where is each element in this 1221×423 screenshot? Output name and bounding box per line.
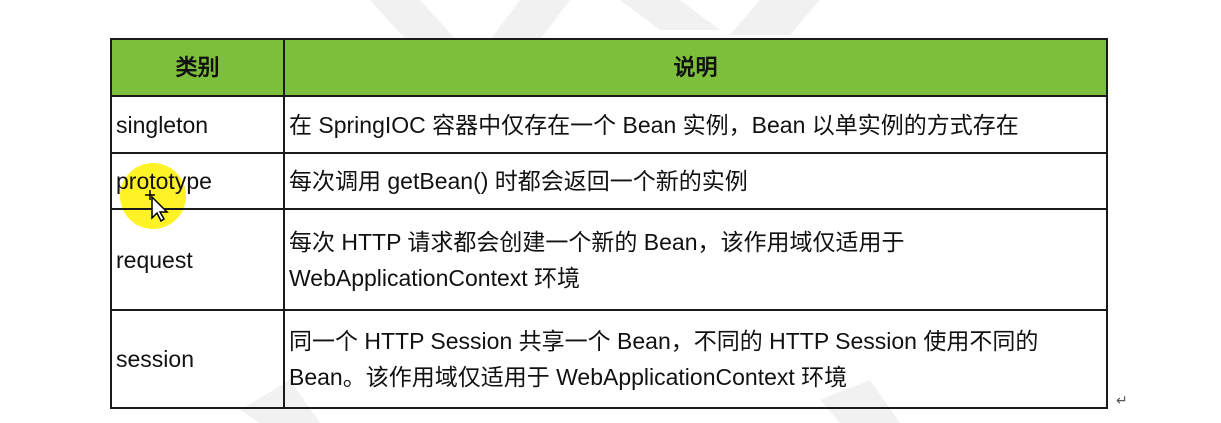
scope-category-cell: session xyxy=(110,309,285,409)
table-row: singleton 在 SpringIOC 容器中仅存在一个 Bean 实例，B… xyxy=(110,95,1108,154)
scope-category-cell: request xyxy=(110,208,285,311)
bean-scope-table: 类别 说明 singleton 在 SpringIOC 容器中仅存在一个 Bea… xyxy=(110,38,1108,409)
table-row: request 每次 HTTP 请求都会创建一个新的 Bean，该作用域仅适用于… xyxy=(110,208,1108,311)
scope-description-cell: 同一个 HTTP Session 共享一个 Bean，不同的 HTTP Sess… xyxy=(283,309,1108,409)
move-cursor-icon xyxy=(145,190,169,222)
scope-category-cell: prototype xyxy=(110,152,285,210)
document-page: 类别 说明 singleton 在 SpringIOC 容器中仅存在一个 Bea… xyxy=(0,0,1221,423)
scope-description-cell: 每次调用 getBean() 时都会返回一个新的实例 xyxy=(283,152,1108,210)
table-header-row: 类别 说明 xyxy=(110,38,1108,97)
header-category: 类别 xyxy=(110,38,285,97)
scope-description-cell: 每次 HTTP 请求都会创建一个新的 Bean，该作用域仅适用于 WebAppl… xyxy=(283,208,1108,311)
paragraph-mark: ↵ xyxy=(1116,393,1128,409)
scope-category-cell: singleton xyxy=(110,95,285,154)
table-row: prototype 每次调用 getBean() 时都会返回一个新的实例 xyxy=(110,152,1108,210)
scope-description-cell: 在 SpringIOC 容器中仅存在一个 Bean 实例，Bean 以单实例的方… xyxy=(283,95,1108,154)
table-row: session 同一个 HTTP Session 共享一个 Bean，不同的 H… xyxy=(110,309,1108,409)
header-description: 说明 xyxy=(283,38,1108,97)
